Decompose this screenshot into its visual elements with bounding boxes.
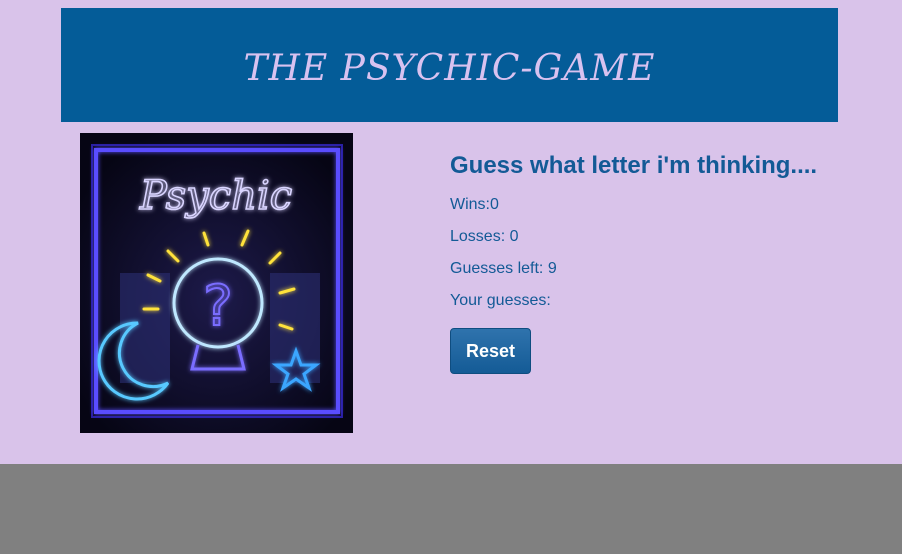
wins-stat: Wins:0 xyxy=(450,196,817,214)
page-title: THE PSYCHIC-GAME xyxy=(243,47,656,89)
game-heading: Guess what letter i'm thinking.... xyxy=(450,152,818,179)
wins-value: 0 xyxy=(490,196,499,213)
losses-label: Losses: xyxy=(450,228,510,245)
reset-button[interactable]: Reset xyxy=(450,328,531,374)
header-banner: THE PSYCHIC-GAME xyxy=(61,8,838,122)
guesses-left-value: 9 xyxy=(547,260,557,277)
page-background: THE PSYCHIC-GAME Psychic ? Guess what le… xyxy=(0,0,902,464)
wins-label: Wins: xyxy=(450,196,490,213)
guesses-left-label: Guesses left: xyxy=(450,260,548,277)
psychic-neon-image: Psychic ? xyxy=(80,133,353,433)
neon-sign-illustration: Psychic ? xyxy=(80,133,353,433)
losses-stat: Losses: 0 xyxy=(450,228,817,246)
your-guesses-stat: Your guesses: xyxy=(450,292,817,310)
losses-value: 0 xyxy=(509,228,519,245)
neon-psychic-text: Psychic xyxy=(139,173,292,219)
your-guesses-label: Your guesses: xyxy=(450,292,551,309)
guesses-left-stat: Guesses left: 9 xyxy=(450,260,817,278)
game-panel: Guess what letter i'm thinking.... Wins:… xyxy=(450,150,817,374)
question-mark-icon: ? xyxy=(203,274,233,339)
footer-area xyxy=(0,464,902,554)
